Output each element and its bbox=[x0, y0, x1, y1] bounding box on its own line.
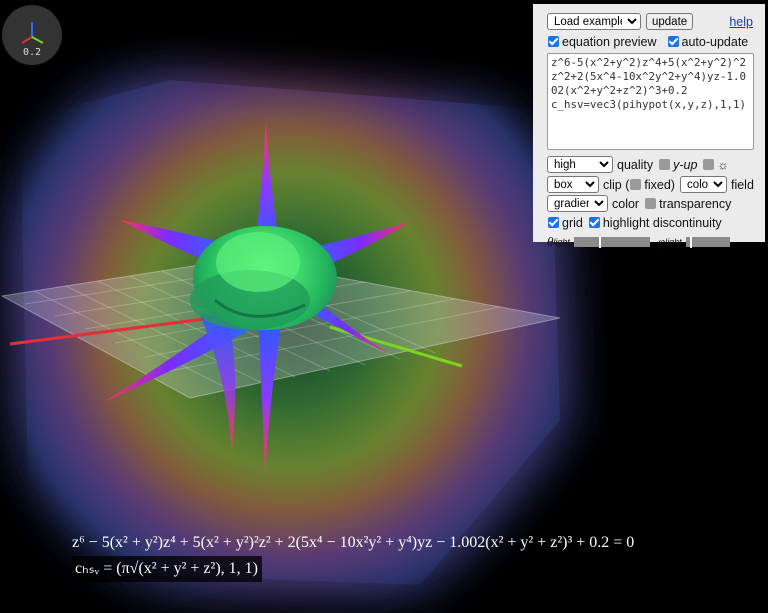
color-select[interactable]: gradient bbox=[547, 195, 608, 212]
transparency-checkbox[interactable] bbox=[645, 198, 657, 209]
auto-update-label: auto-update bbox=[681, 34, 749, 49]
theta-light-sub: light bbox=[553, 236, 570, 247]
grid-checkbox[interactable] bbox=[548, 217, 559, 228]
help-link[interactable]: help bbox=[729, 15, 753, 29]
load-example-select[interactable]: Load example... bbox=[547, 13, 641, 30]
clip-select[interactable]: box bbox=[547, 176, 599, 193]
quality-label: quality bbox=[617, 157, 654, 172]
field-select[interactable]: color bbox=[679, 176, 727, 193]
y-up-checkbox[interactable] bbox=[659, 159, 671, 170]
phi-light-thumb[interactable] bbox=[690, 235, 693, 248]
axis-gizmo[interactable]: 0.2 bbox=[2, 5, 62, 65]
grid-label: grid bbox=[562, 215, 583, 230]
phi-light-sub: light bbox=[665, 236, 682, 247]
quality-select[interactable]: high bbox=[547, 156, 613, 173]
clip-label: clip ( bbox=[603, 177, 630, 192]
y-up-label: y-up bbox=[673, 157, 698, 172]
theta-light-thumb[interactable] bbox=[598, 235, 601, 248]
update-button[interactable]: update bbox=[646, 13, 694, 30]
equation-preview-checkbox[interactable] bbox=[548, 36, 559, 47]
fixed-checkbox[interactable] bbox=[630, 179, 642, 190]
equation-preview: z⁶ − 5(x² + y²)z⁴ + 5(x² + y²)²z² + 2(5x… bbox=[72, 530, 634, 582]
highlight-discontinuity-checkbox[interactable] bbox=[588, 217, 600, 228]
theta-light-slider[interactable] bbox=[573, 235, 650, 248]
highlight-discontinuity-label: highlight discontinuity bbox=[602, 215, 722, 230]
field-label: field bbox=[730, 177, 754, 192]
equation-preview-label: equation preview bbox=[562, 34, 657, 49]
phi-light-symbol: φ bbox=[657, 233, 666, 249]
auto-update-checkbox[interactable] bbox=[667, 36, 679, 47]
equation-preview-main: z⁶ − 5(x² + y²)z⁴ + 5(x² + y²)²z² + 2(5x… bbox=[72, 534, 635, 551]
transparency-label: transparency bbox=[659, 196, 732, 211]
control-panel: Load example... update help equation pre… bbox=[533, 4, 765, 249]
phi-light-slider[interactable] bbox=[685, 235, 730, 248]
color-label: color bbox=[612, 196, 640, 211]
gizmo-scale-label: 0.2 bbox=[22, 47, 42, 58]
sun-icon: ☼ bbox=[717, 157, 729, 172]
equation-preview-color: cₕₛᵥ = (π√(x² + y² + z²), 1, 1) bbox=[72, 556, 262, 582]
equation-input[interactable]: z^6-5(x^2+y^2)z^4+5(x^2+y^2)^2z^2+2(5x^4… bbox=[547, 53, 754, 150]
fixed-label: fixed) bbox=[644, 177, 675, 192]
light-checkbox[interactable] bbox=[703, 159, 715, 170]
